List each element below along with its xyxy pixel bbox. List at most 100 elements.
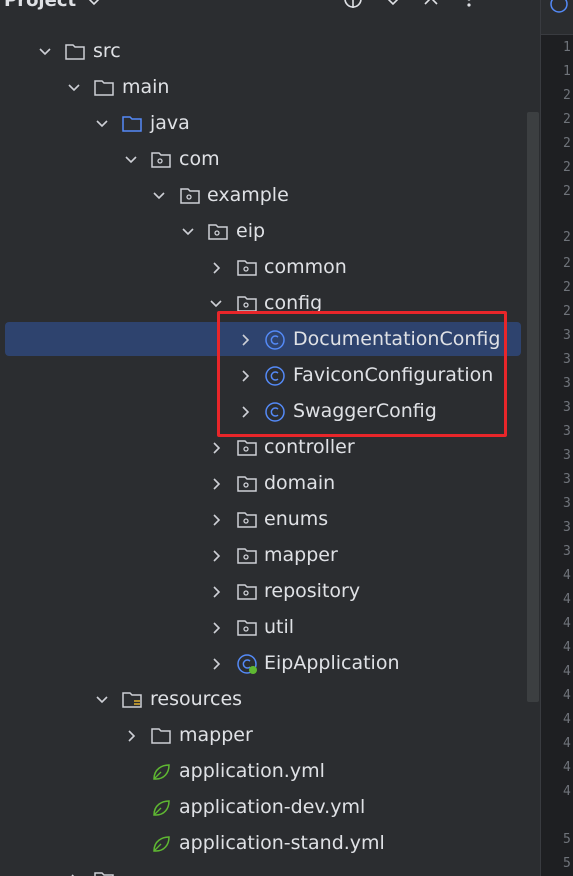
package-icon bbox=[180, 188, 200, 204]
line-number: 2 bbox=[563, 136, 571, 151]
chevron-right-icon[interactable] bbox=[208, 512, 224, 528]
line-number: 1 bbox=[563, 64, 571, 79]
tree-row-java[interactable]: java bbox=[0, 106, 540, 142]
chevron-right-icon[interactable] bbox=[208, 476, 224, 492]
tree-label-repository: repository bbox=[264, 580, 361, 602]
tree-row-example[interactable]: example bbox=[0, 178, 540, 214]
chevron-down-icon[interactable] bbox=[66, 80, 82, 96]
editor-gutter: 1 1 2 2 2 2 2 2 2 2 2 3 3 3 3 3 3 3 3 3 3 4 4 4 4 4 4 4 4 4 4 5 5 bbox=[540, 0, 573, 876]
tree-row-partial[interactable] bbox=[0, 862, 540, 876]
resources-folder-icon bbox=[122, 692, 142, 708]
line-number: 5 bbox=[563, 832, 571, 847]
tree-label-main: main bbox=[122, 76, 170, 98]
tree-row-application-yml[interactable]: application.yml bbox=[0, 754, 540, 790]
line-number: 4 bbox=[563, 712, 571, 727]
package-icon bbox=[237, 584, 257, 600]
line-number: 2 bbox=[563, 184, 571, 199]
chevron-right-icon[interactable] bbox=[208, 620, 224, 636]
chevron-down-icon[interactable] bbox=[94, 116, 110, 132]
chevron-down-icon[interactable] bbox=[86, 0, 102, 8]
chevron-down-icon[interactable] bbox=[94, 692, 110, 708]
line-number: 4 bbox=[563, 640, 571, 655]
tree-label-mapper: mapper bbox=[264, 544, 338, 566]
chevron-down-icon[interactable] bbox=[123, 152, 139, 168]
line-number: 4 bbox=[563, 760, 571, 775]
tree-row-resources-mapper[interactable]: mapper bbox=[0, 718, 540, 754]
tree-label-src: src bbox=[93, 40, 121, 62]
tree-row-common[interactable]: common bbox=[0, 250, 540, 286]
tree-label-common: common bbox=[264, 256, 347, 278]
tree-label-eip-application: EipApplication bbox=[264, 652, 400, 674]
chevron-right-icon[interactable] bbox=[208, 656, 224, 672]
spring-config-icon bbox=[153, 764, 170, 780]
locate-icon[interactable] bbox=[342, 0, 364, 12]
tree-label-enums: enums bbox=[264, 508, 329, 530]
tree-row-src[interactable]: src bbox=[0, 34, 540, 70]
package-icon bbox=[208, 224, 228, 240]
line-number: 1 bbox=[563, 40, 571, 55]
chevron-right-icon[interactable] bbox=[208, 440, 224, 456]
line-number: 4 bbox=[563, 568, 571, 583]
hide-icon[interactable] bbox=[498, 0, 520, 12]
line-number: 3 bbox=[563, 376, 571, 391]
tree-row-enums[interactable]: enums bbox=[0, 502, 540, 538]
package-icon bbox=[237, 620, 257, 636]
line-number: 2 bbox=[563, 256, 571, 271]
line-number: 3 bbox=[563, 472, 571, 487]
tree-row-repository[interactable]: repository bbox=[0, 574, 540, 610]
package-icon bbox=[237, 260, 257, 276]
tree-row-mapper[interactable]: mapper bbox=[0, 538, 540, 574]
project-title[interactable]: Project bbox=[4, 0, 76, 11]
package-icon bbox=[151, 152, 171, 168]
line-number: 2 bbox=[563, 88, 571, 103]
line-number: 3 bbox=[563, 400, 571, 415]
tree-label-java: java bbox=[150, 112, 190, 134]
tree-row-application-dev-yml[interactable]: application-dev.yml bbox=[0, 790, 540, 826]
tree-label-eip: eip bbox=[236, 220, 266, 242]
chevron-right-icon[interactable] bbox=[66, 872, 82, 876]
chevron-right-icon[interactable] bbox=[208, 260, 224, 276]
chevron-down-icon[interactable] bbox=[208, 296, 224, 312]
expand-all-icon[interactable] bbox=[382, 0, 404, 12]
source-folder-icon bbox=[122, 116, 142, 132]
tree-row-eip[interactable]: eip bbox=[0, 214, 540, 250]
line-number: 3 bbox=[563, 352, 571, 367]
tree-row-resources[interactable]: resources bbox=[0, 682, 540, 718]
tree-label-util: util bbox=[264, 616, 295, 638]
chevron-right-icon[interactable] bbox=[208, 584, 224, 600]
package-icon bbox=[237, 548, 257, 564]
line-number: 2 bbox=[563, 280, 571, 295]
chevron-right-icon[interactable] bbox=[208, 548, 224, 564]
line-number: 4 bbox=[563, 664, 571, 679]
line-number: 3 bbox=[563, 496, 571, 511]
package-icon bbox=[237, 440, 257, 456]
folder-icon bbox=[94, 80, 114, 96]
tree-row-eip-application[interactable]: EipApplication bbox=[0, 646, 540, 682]
tree-row-domain[interactable]: domain bbox=[0, 466, 540, 502]
spring-boot-class-icon bbox=[237, 654, 257, 674]
line-number: 5 bbox=[563, 856, 571, 871]
chevron-down-icon[interactable] bbox=[37, 44, 53, 60]
tree-row-application-stand-yml[interactable]: application-stand.yml bbox=[0, 826, 540, 862]
line-number: 4 bbox=[563, 688, 571, 703]
chevron-down-icon[interactable] bbox=[151, 188, 167, 204]
chevron-down-icon[interactable] bbox=[180, 224, 196, 240]
spring-config-icon bbox=[153, 836, 170, 852]
more-options-icon[interactable] bbox=[458, 0, 480, 12]
tree-row-util[interactable]: util bbox=[0, 610, 540, 646]
tree-label-application-stand-yml: application-stand.yml bbox=[179, 832, 385, 854]
editor-tab-strip[interactable] bbox=[541, 0, 573, 35]
line-number: 4 bbox=[563, 736, 571, 751]
tree-row-com[interactable]: com bbox=[0, 142, 540, 178]
tree-label-application-dev-yml: application-dev.yml bbox=[179, 796, 366, 818]
vertical-scrollbar[interactable] bbox=[527, 112, 539, 702]
package-icon bbox=[237, 476, 257, 492]
tree-row-main[interactable]: main bbox=[0, 70, 540, 106]
folder-icon bbox=[65, 44, 85, 60]
line-number: 4 bbox=[563, 784, 571, 799]
line-number: 2 bbox=[563, 230, 571, 245]
collapse-all-icon[interactable] bbox=[420, 0, 442, 12]
line-number: 3 bbox=[563, 520, 571, 535]
folder-icon bbox=[151, 728, 171, 744]
chevron-right-icon[interactable] bbox=[123, 728, 139, 744]
